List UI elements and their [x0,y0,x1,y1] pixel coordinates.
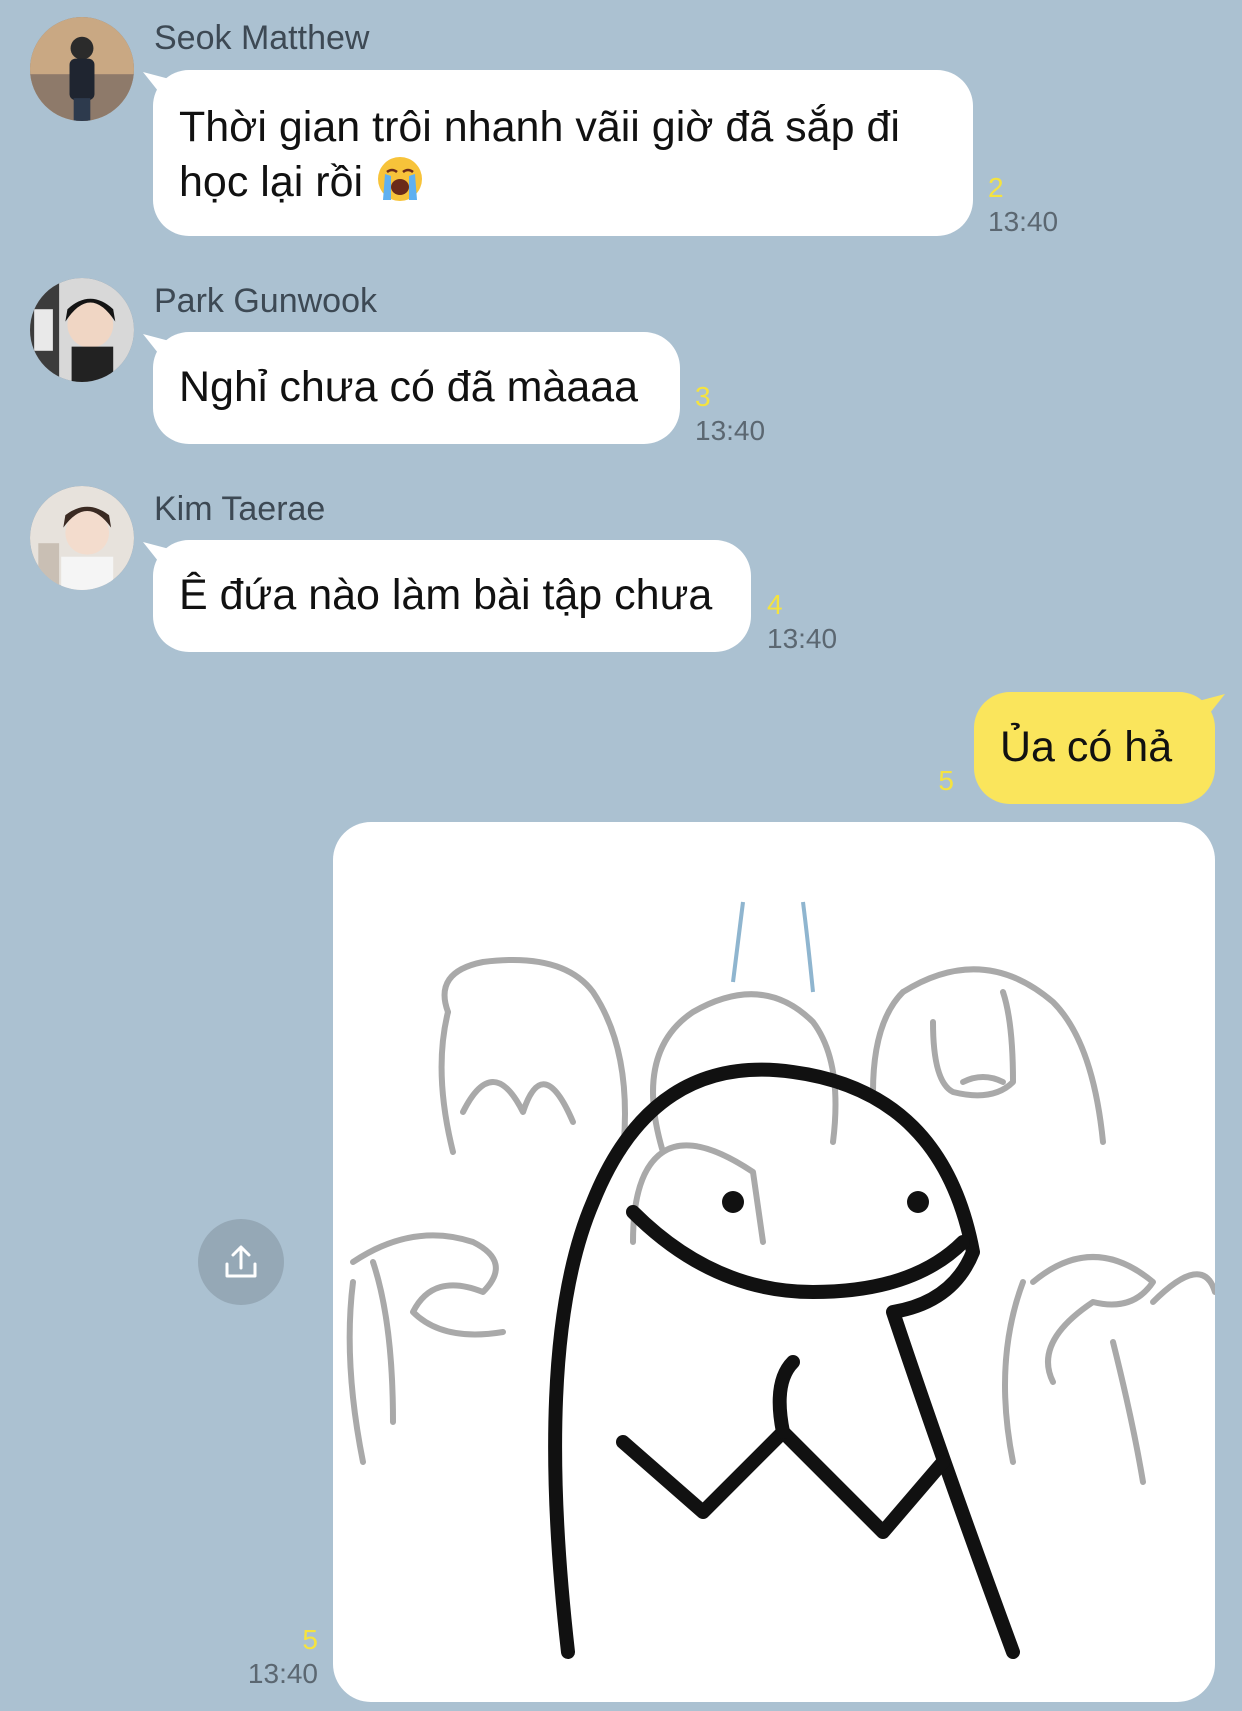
unread-count: 5 [938,765,954,796]
message-meta: 5 [920,764,954,798]
timestamp: 13:40 [767,623,838,654]
smiling-blob-meme-illustration [346,901,1215,1659]
message-text: học lại rồi [179,158,364,206]
message-text: Ủa có hả [1000,723,1173,771]
avatar-park-gunwook[interactable] [30,278,134,382]
unread-count: 4 [767,589,783,620]
timestamp: 13:40 [695,415,766,446]
sender-name: Seok Matthew [154,19,370,57]
message-text: Nghỉ chưa có đã màaaa [179,363,639,411]
message-meta: 5 13:40 [210,1623,318,1691]
sticker-image[interactable] [333,822,1215,1702]
avatar-seok-matthew[interactable] [30,17,134,121]
share-button[interactable] [198,1219,284,1305]
message-meta: 4 13:40 [767,588,837,656]
timestamp: 13:40 [247,1658,318,1689]
message-meta: 3 13:40 [695,380,765,448]
timestamp: 13:40 [988,206,1059,237]
avatar-kim-taerae[interactable] [30,486,134,590]
message-text: Ê đứa nào làm bài tập chưa [179,571,713,619]
message-meta: 2 13:40 [988,171,1058,239]
message-bubble[interactable]: Ê đứa nào làm bài tập chưa [153,540,751,652]
share-upload-icon [225,1245,257,1278]
sender-name: Park Gunwook [154,282,377,320]
message-text: Thời gian trôi nhanh vãii giờ đã sắp đi [179,103,900,151]
message-bubble-outgoing[interactable]: Ủa có hả [974,692,1215,804]
sender-name: Kim Taerae [154,490,326,528]
unread-count: 2 [988,172,1004,203]
message-bubble[interactable]: Nghỉ chưa có đã màaaa [153,332,680,444]
unread-count: 3 [695,381,711,412]
message-bubble[interactable]: Thời gian trôi nhanh vãii giờ đã sắp đi … [153,70,973,236]
loudly-crying-face-emoji [375,154,425,204]
unread-count: 5 [302,1624,318,1655]
